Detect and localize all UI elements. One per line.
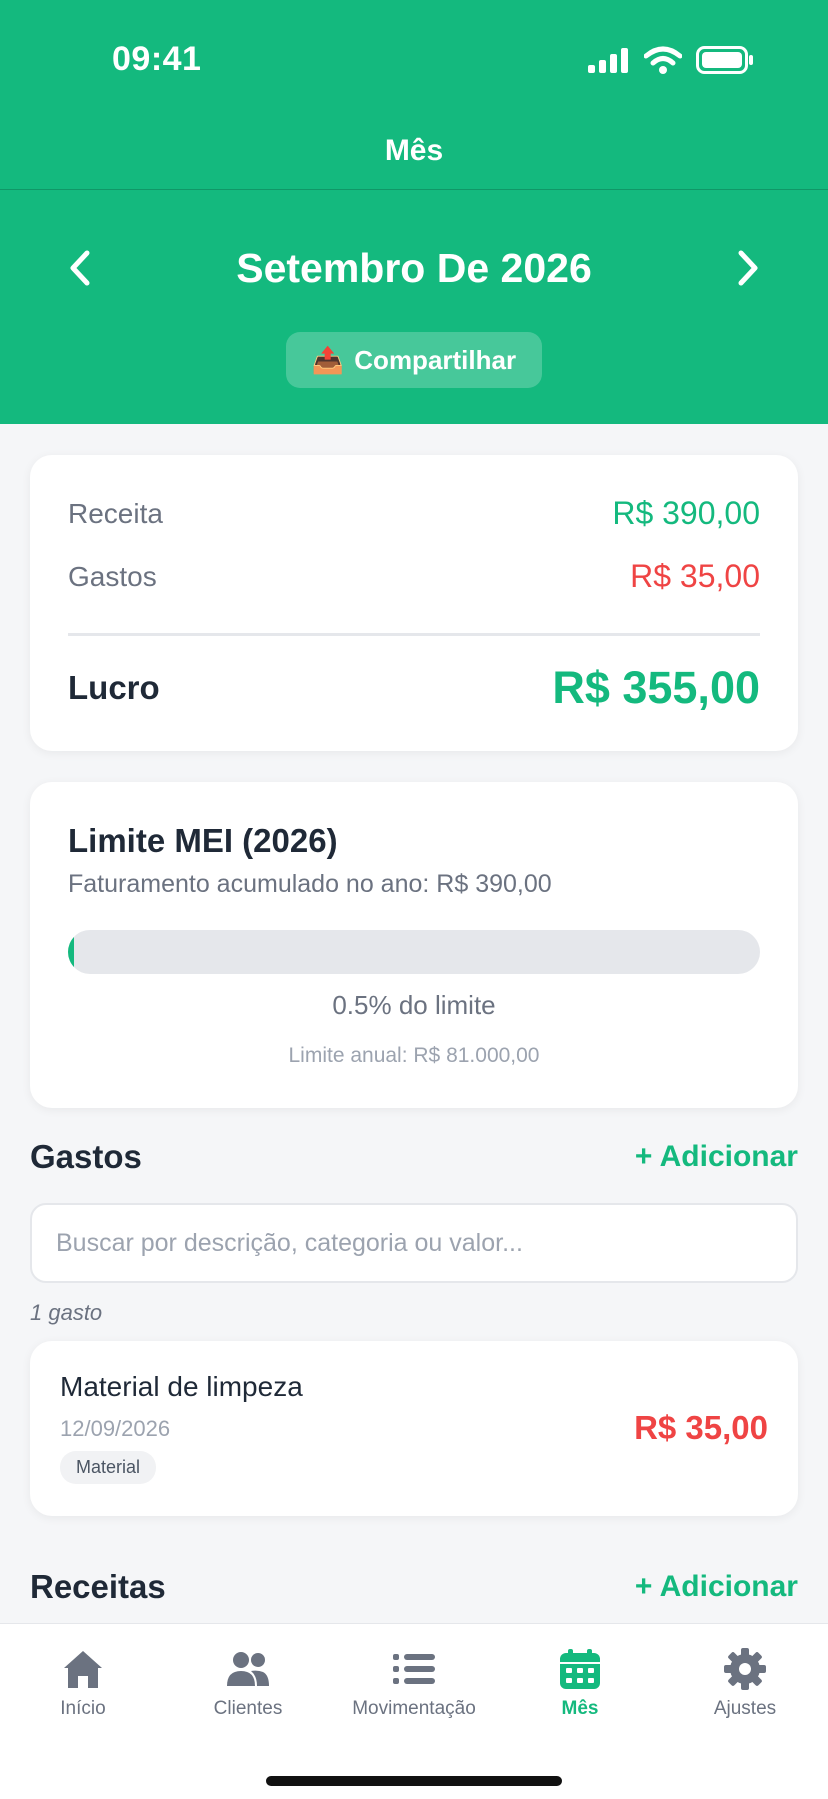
mei-annual-limit: Limite anual: R$ 81.000,00	[288, 1044, 540, 1067]
next-month-button[interactable]	[728, 248, 768, 288]
expense-name: Material de limpeza	[60, 1371, 303, 1402]
page-title: Mês	[384, 133, 444, 167]
outbox-icon: 📤	[311, 344, 345, 375]
calendar-icon	[557, 1646, 603, 1692]
profit-value: R$ 355,00	[552, 662, 760, 713]
tab-label: Movimentação	[352, 1698, 476, 1719]
signal-icon	[588, 47, 630, 78]
expenses-section-header: Gastos + Adicionar	[30, 1138, 798, 1176]
tab-label: Ajustes	[713, 1698, 777, 1719]
home-icon	[60, 1646, 106, 1692]
share-label: Compartilhar	[354, 344, 517, 375]
revenues-section-title: Receitas	[30, 1568, 166, 1605]
nav-bar: Mês	[0, 112, 828, 190]
header: 09:41 Mês Setembro De 2026 📤 Compartilha…	[0, 0, 828, 424]
mei-progress-fill	[68, 930, 74, 974]
expenses-label: Gastos	[68, 560, 157, 592]
mei-progress-bar	[68, 930, 760, 974]
mei-subtitle: Faturamento acumulado no ano: R$ 390,00	[68, 870, 552, 898]
share-button[interactable]: 📤 Compartilhar	[286, 332, 542, 388]
expense-category-tag: Material	[60, 1451, 157, 1484]
list-icon	[391, 1646, 437, 1692]
add-expense-button[interactable]: + Adicionar	[635, 1140, 798, 1174]
expenses-value: R$ 35,00	[630, 558, 760, 594]
tab-ajustes[interactable]: Ajustes	[662, 1646, 828, 1726]
mei-limit-card: Limite MEI (2026) Faturamento acumulado …	[30, 782, 798, 1108]
expenses-row: Gastos R$ 35,00	[68, 558, 760, 595]
profit-label: Lucro	[68, 669, 160, 706]
month-selector: Setembro De 2026	[0, 230, 828, 306]
tab-label: Mês	[561, 1698, 599, 1719]
gear-icon	[722, 1646, 768, 1692]
chevron-right-icon	[738, 250, 758, 286]
wifi-icon	[643, 46, 683, 79]
tab-mes[interactable]: Mês	[497, 1646, 663, 1726]
users-icon	[225, 1646, 271, 1692]
summary-card: Receita R$ 390,00 Gastos R$ 35,00 Lucro …	[30, 455, 798, 751]
tab-movimentacao[interactable]: Movimentação	[331, 1646, 497, 1726]
tab-label: Clientes	[213, 1698, 283, 1719]
mei-percent-label: 0.5% do limite	[332, 990, 496, 1020]
mei-title: Limite MEI (2026)	[68, 822, 338, 859]
revenue-row: Receita R$ 390,00	[68, 495, 760, 532]
status-time: 09:41	[112, 40, 202, 78]
tab-inicio[interactable]: Início	[0, 1646, 166, 1726]
home-indicator	[266, 1776, 562, 1786]
tab-clientes[interactable]: Clientes	[165, 1646, 331, 1726]
status-icons	[588, 46, 754, 79]
month-title: Setembro De 2026	[236, 244, 592, 291]
expenses-section-title: Gastos	[30, 1138, 142, 1175]
profit-row: Lucro R$ 355,00	[68, 662, 760, 714]
add-revenue-button[interactable]: + Adicionar	[635, 1570, 798, 1604]
tab-label: Início	[60, 1698, 106, 1719]
revenues-section-header: Receitas + Adicionar	[30, 1568, 798, 1606]
status-bar: 09:41	[0, 0, 828, 110]
expense-item[interactable]: Material de limpeza 12/09/2026 Material …	[30, 1341, 798, 1516]
expense-count: 1 gasto	[30, 1300, 103, 1325]
revenue-label: Receita	[68, 497, 163, 529]
revenue-value: R$ 390,00	[612, 495, 760, 531]
divider	[68, 633, 760, 636]
expense-value: R$ 35,00	[634, 1409, 768, 1446]
tab-bar: Início Clientes Movimentação Mês Ajustes	[0, 1623, 828, 1799]
expense-search-input[interactable]	[30, 1203, 798, 1283]
expense-date: 12/09/2026	[60, 1416, 171, 1441]
battery-icon	[696, 46, 754, 79]
